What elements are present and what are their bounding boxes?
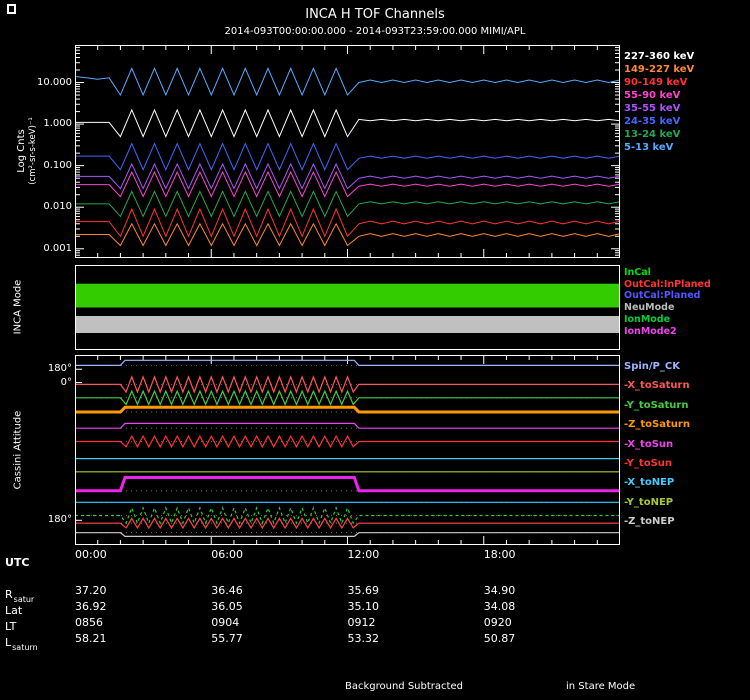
- row-label-text: R: [5, 588, 13, 601]
- ephem-value-L: 55.77: [211, 632, 243, 645]
- utc-tick-label: 06:00: [211, 548, 243, 561]
- ephem-value-Lat: 36.05: [211, 600, 243, 613]
- ephem-value-R: 36.46: [211, 584, 243, 597]
- attitude-legend: Spin/P_CK -X_toSaturn -Y_toSaturn -Z_toSatu…: [624, 357, 690, 532]
- attitude-panel: [75, 355, 620, 545]
- mode-panel: [75, 265, 620, 350]
- ephem-value-LT: 0912: [347, 616, 376, 629]
- attitude-line--Z_toSaturn: [75, 405, 620, 414]
- legend-item: NeuMode: [624, 302, 675, 314]
- legend-item: -Y_toSun: [624, 458, 673, 470]
- series-line-90-149 keV: [75, 207, 620, 238]
- ephem-value-LT: 0904: [211, 616, 240, 629]
- series-line-227-360 keV: [75, 108, 620, 138]
- legend-item: 24-35 keV: [624, 116, 681, 127]
- ephem-value-R: 35.69: [347, 584, 380, 597]
- y-axis-title-line1: Log Cnts: [16, 129, 27, 173]
- mode-legend: InCal OutCal:InPlaned OutCal:Planed NeuMode…: [624, 267, 711, 337]
- row-label-text: LT: [5, 620, 17, 633]
- legend-item: IonMode2: [624, 325, 677, 337]
- legend-item: -X_toSaturn: [624, 380, 690, 392]
- legend-item: OutCal:InPlaned: [624, 278, 711, 290]
- spectra-ytick-label: 0.100: [43, 159, 72, 171]
- spectra-ytick-label: 1.000: [43, 118, 72, 130]
- legend-item: IonMode: [624, 313, 671, 325]
- ephem-value-R: 34.90: [483, 584, 516, 597]
- series-line-149-227 keV: [75, 222, 620, 247]
- attitude-ytick-label: 180°: [47, 363, 72, 375]
- spectra-ytick-label: 0.010: [43, 201, 72, 213]
- spectra-frame: [75, 45, 620, 258]
- attitude-ytick-label: 0°: [60, 376, 72, 388]
- utc-tick-label: 00:00: [75, 548, 107, 561]
- legend-item: -X_toSun: [624, 438, 674, 450]
- series-line-55-90 keV: [75, 170, 620, 198]
- legend-item: InCal: [624, 267, 651, 278]
- legend-item: 55-90 keV: [624, 90, 681, 101]
- ephem-value-L: 58.21: [75, 632, 107, 645]
- legend-item: -X_toNEP: [624, 477, 675, 489]
- legend-item: -Y_toNEP: [624, 496, 674, 508]
- row-label-subscript: satur: [13, 595, 35, 604]
- page-title: INCA H TOF Channels: [305, 7, 445, 22]
- series-line-5-13 keV: [75, 67, 620, 97]
- attitude-line--Y_toSun: [75, 434, 620, 449]
- ephem-value-Lat: 35.10: [347, 600, 380, 613]
- row-label-lat: Lat: [5, 604, 22, 617]
- spectra-ytick-label: 0.001: [43, 242, 72, 254]
- spectra-ytick-label: 10.000: [37, 76, 72, 88]
- inca-tof-display: INCA H TOF Channels 2014-093T00:00:00.00…: [0, 0, 750, 700]
- spectra-plot: [75, 45, 620, 258]
- attitude-line--Y_toSaturn: [75, 389, 620, 406]
- legend-item: 149-227 keV: [624, 64, 695, 75]
- attitude-line--Z_toNEP: [75, 532, 620, 537]
- series-line-24-35 keV: [75, 142, 620, 171]
- mode-panel-label: INCA Mode: [12, 279, 24, 335]
- spectra-legend: 227-360 keV 149-227 keV 90-149 keV 55-90 ke…: [624, 50, 694, 154]
- attitude-line-trace-11: [75, 517, 620, 530]
- ephem-value-R: 37.20: [75, 584, 107, 597]
- attitude-panel-label: Cassini Attitude: [12, 410, 24, 490]
- legend-item: 5-13 keV: [624, 142, 674, 153]
- legend-item: 35-55 keV: [624, 103, 681, 114]
- footer-stare-mode: in Stare Mode: [566, 681, 636, 692]
- ephem-value-LT: 0856: [75, 616, 103, 629]
- attitude-line-trace-8: [75, 476, 620, 493]
- spectra-axis-ticks: [75, 46, 620, 258]
- attitude-ytick-label: 180°: [47, 514, 72, 526]
- mode-bar-IonMode: [75, 283, 620, 308]
- legend-item: -Z_toSaturn: [624, 419, 690, 431]
- ephem-value-L: 50.87: [483, 632, 516, 645]
- legend-item: 90-149 keV: [624, 77, 688, 88]
- legend-item: OutCal:Planed: [624, 290, 701, 302]
- legend-item: 13-24 keV: [624, 129, 681, 140]
- row-label-text: L: [5, 636, 12, 649]
- row-label-r-saturn: Rsatur: [5, 588, 35, 604]
- mode-plot: [75, 265, 620, 350]
- page-subtitle: 2014-093T00:00:00.000 - 2014-093T23:59:0…: [224, 26, 526, 37]
- spectra-panel: [75, 45, 620, 258]
- legend-item: Spin/P_CK: [624, 361, 680, 372]
- attitude-plot: [75, 355, 620, 545]
- utc-tick-label: 12:00: [347, 548, 380, 561]
- footer-background-subtracted: Background Subtracted: [345, 681, 463, 692]
- utc-axis-label: UTC: [5, 556, 30, 569]
- legend-item: -Z_toNEP: [624, 516, 675, 528]
- series-line-13-24 keV: [75, 190, 620, 218]
- row-label-text: Lat: [5, 604, 23, 617]
- ephem-value-LT: 0920: [483, 616, 512, 629]
- utc-tick-label: 18:00: [483, 548, 516, 561]
- row-label-lt: LT: [5, 620, 16, 633]
- row-label-subscript: saturn: [12, 643, 38, 652]
- mode-bar-NeuMode: [75, 316, 620, 333]
- legend-item: 227-360 keV: [624, 51, 695, 62]
- ephem-value-Lat: 36.92: [75, 600, 107, 613]
- ephem-value-Lat: 34.08: [483, 600, 516, 613]
- attitude-line--X_toSun: [75, 422, 620, 429]
- ephem-value-L: 53.32: [347, 632, 380, 645]
- legend-item: -Y_toSaturn: [624, 399, 689, 411]
- row-label-l-saturn: Lsaturn: [5, 636, 38, 652]
